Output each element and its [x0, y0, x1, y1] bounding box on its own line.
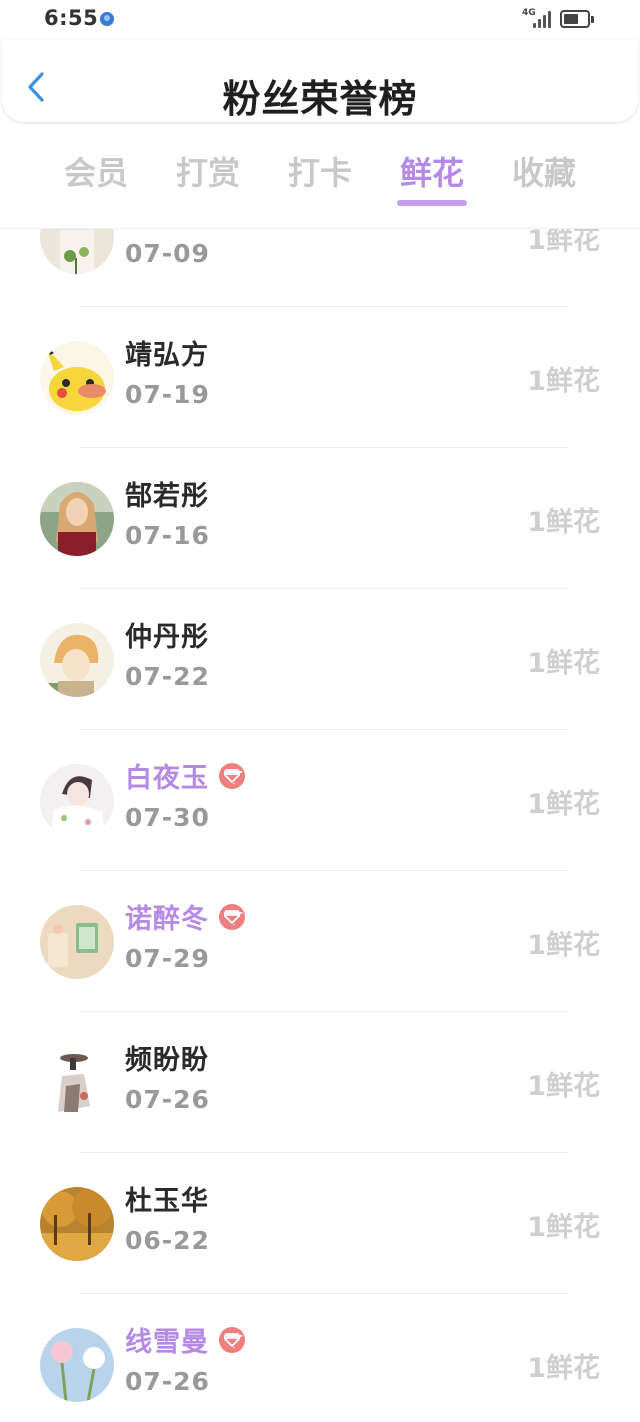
signal-icon: [533, 10, 553, 28]
list-item[interactable]: 郜若彤 07-16 1鲜花: [0, 448, 640, 589]
tab-tips[interactable]: 打赏: [152, 148, 264, 194]
battery-icon: [560, 10, 594, 28]
gift-date: 07-26: [125, 1367, 210, 1396]
user-name: 郜若彤: [125, 481, 209, 512]
user-name: 杜玉华: [125, 1186, 209, 1217]
gift-date: 07-29: [125, 944, 210, 973]
list-item[interactable]: 诺醉冬 07-29 1鲜花: [0, 871, 640, 1012]
user-name: 靖弘方: [125, 340, 209, 371]
page-title: 粉丝荣誉榜: [222, 77, 418, 121]
list-item[interactable]: 白夜玉 07-30 1鲜花: [0, 730, 640, 871]
flower-count: 1鲜花: [527, 1212, 600, 1243]
user-name: 诺醉冬: [125, 904, 209, 935]
list-item[interactable]: 07-09 1鲜花: [0, 228, 640, 307]
avatar: [40, 1046, 114, 1120]
avatar: [40, 482, 114, 556]
flower-count: 1鲜花: [527, 1353, 600, 1384]
gift-date: 07-09: [125, 239, 210, 268]
tab-bar: 会员 打赏 打卡 鲜花 收藏: [0, 132, 640, 212]
flower-count: 1鲜花: [527, 930, 600, 961]
user-name: 白夜玉: [125, 763, 209, 794]
flower-count: 1鲜花: [527, 789, 600, 820]
list-item[interactable]: 杜玉华 06-22 1鲜花: [0, 1153, 640, 1294]
tab-checkin[interactable]: 打卡: [264, 148, 376, 194]
flower-count: 1鲜花: [527, 228, 600, 256]
list-item[interactable]: 线雪曼 07-26 1鲜花: [0, 1294, 640, 1422]
gift-date: 07-26: [125, 1085, 210, 1114]
location-icon: [100, 12, 114, 26]
gift-date: 07-19: [125, 380, 210, 409]
avatar: [40, 341, 114, 415]
list-item[interactable]: 靖弘方 07-19 1鲜花: [0, 307, 640, 448]
flower-count: 1鲜花: [527, 366, 600, 397]
avatar: [40, 1328, 114, 1402]
tab-members[interactable]: 会员: [40, 148, 152, 194]
header: 粉丝荣誉榜: [2, 40, 638, 122]
status-bar: 6:55 4G: [0, 0, 640, 44]
vip-diamond-icon: [219, 903, 245, 930]
gift-date: 07-30: [125, 803, 210, 832]
avatar: [40, 764, 114, 838]
active-tab-indicator: [397, 200, 467, 206]
user-name: 频盼盼: [125, 1045, 209, 1076]
avatar: [40, 623, 114, 697]
flower-count: 1鲜花: [527, 507, 600, 538]
flower-count: 1鲜花: [527, 1071, 600, 1102]
list-item[interactable]: 仲丹彤 07-22 1鲜花: [0, 589, 640, 730]
user-name: 线雪曼: [125, 1327, 209, 1358]
gift-date: 06-22: [125, 1226, 210, 1255]
vip-diamond-icon: [219, 762, 245, 789]
status-time: 6:55: [44, 6, 99, 30]
list-item[interactable]: 频盼盼 07-26 1鲜花: [0, 1012, 640, 1153]
vip-diamond-icon: [219, 1326, 245, 1353]
gift-date: 07-22: [125, 662, 210, 691]
tab-flowers[interactable]: 鲜花: [376, 148, 488, 194]
user-name: 仲丹彤: [125, 622, 209, 653]
avatar: [40, 905, 114, 979]
tab-favorites[interactable]: 收藏: [488, 148, 600, 194]
gift-date: 07-16: [125, 521, 210, 550]
avatar: [40, 229, 114, 274]
fan-list[interactable]: 07-09 1鲜花 靖弘方 07-19 1鲜花 郜若彤 07-16 1鲜花 仲丹…: [0, 228, 640, 1422]
avatar: [40, 1187, 114, 1261]
flower-count: 1鲜花: [527, 648, 600, 679]
